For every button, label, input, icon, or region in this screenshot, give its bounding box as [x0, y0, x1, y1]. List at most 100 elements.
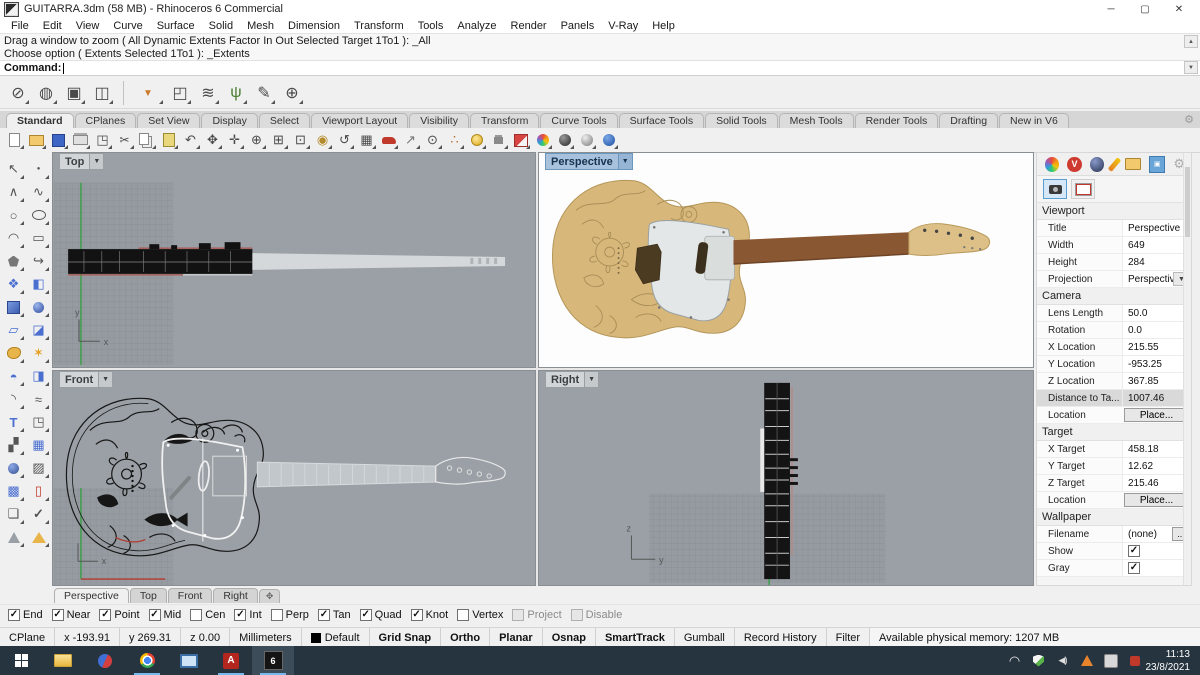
render-teapot-icon[interactable] — [34, 81, 58, 105]
circle-slash-icon[interactable] — [6, 81, 30, 105]
viewport-properties-button[interactable] — [1043, 179, 1067, 199]
panel-tab-display-icon[interactable] — [1089, 156, 1104, 172]
box-icon[interactable] — [3, 296, 25, 318]
tab-visibility[interactable]: Visibility — [409, 113, 469, 128]
prop-value[interactable]: 367.85 — [1122, 373, 1191, 389]
camera-place-button[interactable]: Place... — [1124, 408, 1189, 422]
extrude-surface-icon[interactable] — [28, 365, 50, 387]
viewport-front-label[interactable]: Front ▼ — [59, 371, 114, 388]
status-smarttrack[interactable]: SmartTrack — [596, 628, 675, 647]
polygon-icon[interactable] — [3, 250, 25, 272]
panel-tab-libraries-icon[interactable] — [1124, 158, 1142, 170]
tray-defender-icon[interactable] — [1032, 654, 1046, 668]
tab-set-view[interactable]: Set View — [137, 113, 201, 128]
color-wheel-icon[interactable] — [532, 130, 553, 150]
move-points-icon[interactable] — [28, 411, 50, 433]
viewport-tab-right[interactable]: Right — [213, 588, 258, 603]
arc-icon[interactable] — [3, 227, 25, 249]
surface-points-icon[interactable] — [3, 273, 25, 295]
menu-v-ray[interactable]: V-Ray — [601, 20, 645, 32]
prop-value[interactable]: 1007.46 — [1122, 390, 1191, 406]
tab-transform[interactable]: Transform — [469, 113, 540, 128]
viewport-right[interactable]: Right ▼ z y — [538, 370, 1034, 586]
layers-icon[interactable] — [3, 503, 25, 525]
panel-tab-rendering-icon[interactable]: ▣ — [1149, 155, 1166, 173]
tab-cplanes[interactable]: CPlanes — [74, 113, 137, 128]
status-x-193-91[interactable]: x -193.91 — [55, 628, 120, 647]
status-gumball[interactable]: Gumball — [675, 628, 735, 647]
prop-value[interactable]: 12.62 — [1122, 458, 1191, 474]
panel-scrollbar[interactable] — [1183, 153, 1191, 585]
prop-value[interactable]: 215.46 — [1122, 475, 1191, 491]
chevron-down-icon[interactable]: ▼ — [98, 372, 113, 387]
rotate-view-icon[interactable] — [334, 130, 355, 150]
panel-tab-vray-icon[interactable]: V — [1067, 156, 1082, 172]
status-filter[interactable]: Filter — [827, 628, 871, 647]
tab-display[interactable]: Display — [201, 113, 258, 128]
taskbar-clock[interactable]: 11:13 23/8/2021 — [1142, 648, 1200, 674]
curve-icon[interactable] — [28, 181, 50, 203]
osnap-vertex[interactable]: Vertex — [457, 609, 503, 621]
lock-icon[interactable] — [488, 130, 509, 150]
clamp-icon[interactable] — [28, 480, 50, 502]
status-available-physical-memory-12[interactable]: Available physical memory: 1207 MB — [870, 628, 1200, 647]
close-button[interactable]: ✕ — [1162, 1, 1196, 18]
select-icon[interactable] — [3, 158, 25, 180]
render-frame-icon[interactable] — [62, 81, 86, 105]
panel-tab-notes-icon[interactable] — [1107, 156, 1121, 172]
viewport-tab-pan-icon[interactable]: ✥ — [258, 589, 281, 603]
chevron-down-icon[interactable]: ▼ — [617, 154, 632, 169]
grass-icon[interactable] — [224, 81, 248, 105]
tab-curve-tools[interactable]: Curve Tools — [540, 113, 618, 128]
checkbox[interactable] — [270, 609, 283, 621]
helix-icon[interactable] — [28, 250, 50, 272]
checkbox[interactable] — [512, 609, 525, 621]
tab-mesh-tools[interactable]: Mesh Tools — [778, 113, 854, 128]
menu-tools[interactable]: Tools — [411, 20, 451, 32]
solid-union-icon[interactable] — [3, 457, 25, 479]
prop-value[interactable]: 50.0 — [1122, 305, 1191, 321]
menu-curve[interactable]: Curve — [106, 20, 149, 32]
osnap-cen[interactable]: Cen — [190, 609, 225, 621]
tray-notes-icon[interactable] — [1104, 654, 1118, 668]
undo-icon[interactable] — [180, 130, 201, 150]
prop-value[interactable]: -953.25 — [1122, 356, 1191, 372]
viewport-tab-perspective[interactable]: Perspective — [54, 588, 129, 603]
menu-surface[interactable]: Surface — [150, 20, 202, 32]
zoom-extents-icon[interactable] — [246, 130, 267, 150]
tab-options-gear-icon[interactable]: ⚙ — [1184, 113, 1194, 126]
splash-icon[interactable] — [28, 342, 50, 364]
viewport-tab-front[interactable]: Front — [167, 588, 213, 603]
blocks-icon[interactable] — [3, 434, 25, 456]
sphere-gray-icon[interactable] — [576, 130, 597, 150]
osnap-disable[interactable]: Disable — [570, 609, 622, 621]
prop-value[interactable]: Perspective — [1122, 220, 1191, 236]
extrude-icon[interactable] — [3, 365, 25, 387]
grid-panel-icon[interactable] — [3, 480, 25, 502]
taskbar-rhino-icon[interactable]: 6 — [252, 646, 294, 675]
new-file-icon[interactable] — [4, 130, 25, 150]
taskbar-remote-icon[interactable] — [168, 646, 210, 675]
rectangle-icon[interactable] — [28, 227, 50, 249]
prop-value[interactable]: 649 — [1122, 237, 1191, 253]
pan-icon[interactable] — [202, 130, 223, 150]
scroll-down-icon[interactable]: ▼ — [1184, 61, 1198, 74]
checkbox[interactable]: ✓ — [234, 609, 247, 621]
target-place-button[interactable]: Place... — [1124, 493, 1189, 507]
save-icon[interactable] — [48, 130, 69, 150]
vray-box-icon[interactable] — [510, 130, 531, 150]
maximize-button[interactable]: ▢ — [1128, 1, 1162, 18]
tab-surface-tools[interactable]: Surface Tools — [618, 113, 705, 128]
polyline-icon[interactable] — [3, 181, 25, 203]
status-ortho[interactable]: Ortho — [441, 628, 491, 647]
check-icon[interactable] — [28, 503, 50, 525]
zoom-target-icon[interactable] — [280, 81, 304, 105]
tray-wifi-icon[interactable]: ◠ — [1008, 653, 1022, 668]
tab-standard[interactable]: Standard — [6, 113, 74, 128]
taskbar-media-icon[interactable] — [84, 646, 126, 675]
move-icon[interactable] — [224, 130, 245, 150]
sphere-icon[interactable] — [28, 296, 50, 318]
osnap-end[interactable]: ✓ End — [8, 609, 43, 621]
zoom-selected-icon[interactable] — [290, 130, 311, 150]
named-view-icon[interactable] — [378, 130, 399, 150]
